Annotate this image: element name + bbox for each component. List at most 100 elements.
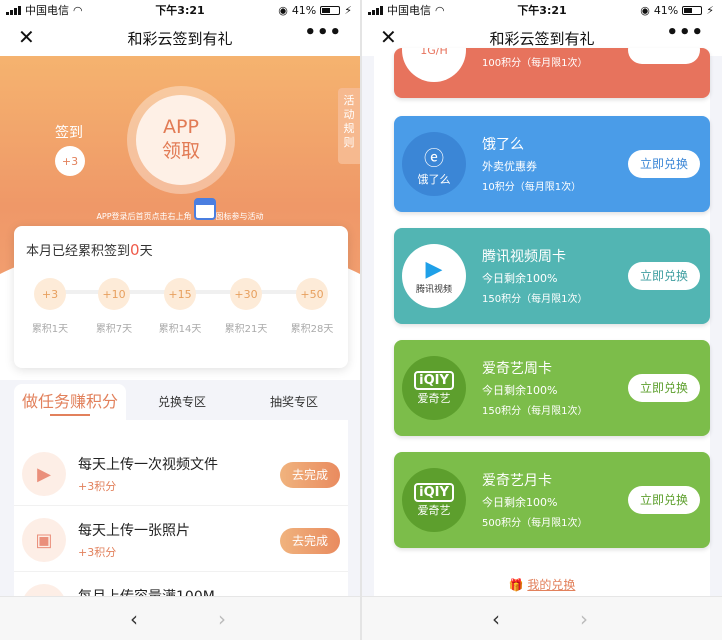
iqiyi-logo: iQIY 爱奇艺 (402, 468, 466, 532)
lock-rotation-icon: ◉ (640, 3, 650, 17)
app-claim-line2: 领取 (161, 140, 200, 162)
task-points: +3积分 (78, 546, 117, 559)
exchange-card: iQIY 爱奇艺 爱奇艺周卡 今日剩余100% 150积分（每月限1次） 立即兑… (394, 340, 710, 436)
rules-tab[interactable]: 活动规则 (338, 88, 360, 164)
milestone-label: 累积21天 (224, 324, 268, 335)
exchange-card: ⓔ 饿了么 饿了么 外卖优惠券 10积分（每月限1次） 立即兑换 (394, 116, 710, 212)
milestone-label: 累积1天 (31, 324, 69, 335)
charging-icon: ⚡ (344, 3, 352, 17)
task-list: ▶ 每天上传一次视频文件 +3积分 去完成 ▣ 每天上传一张照片 +3积分 去完… (14, 420, 348, 638)
milestone-label: 累积14天 (158, 324, 202, 335)
checkin-summary-pre: 本月已经累积签到 (26, 244, 131, 259)
card-points: 150积分（每月限1次） (482, 294, 588, 305)
redeem-button[interactable]: 立即兑换 (628, 262, 700, 290)
data-pack-logo: 1G/H (402, 48, 466, 82)
milestone-badge: +3 (34, 278, 66, 310)
left-screen: 中国电信 ◠ 下午3:21 ◉ 41% ⚡ ✕ 和彩云签到有礼 ••• 签到 +… (0, 0, 360, 640)
gift-icon: 🎁 (508, 578, 524, 592)
browser-toolbar: ‹ › (0, 596, 360, 640)
photo-icon: ▣ (22, 518, 66, 562)
forward-icon[interactable]: › (218, 607, 226, 631)
right-screen: 中国电信 ◠ 下午3:21 ◉ 41% ⚡ ✕ 和彩云签到有礼 ••• 1G/H… (362, 0, 722, 640)
tencent-video-logo: ▶ 腾讯视频 (402, 244, 466, 308)
card-points: 150积分（每月限1次） (482, 406, 588, 417)
tab-lottery[interactable]: 抽奖专区 (270, 384, 318, 420)
battery-percent: 41% (653, 3, 679, 17)
task-go-button[interactable]: 去完成 (280, 462, 340, 488)
more-icon[interactable]: ••• (304, 22, 342, 43)
back-icon[interactable]: ‹ (130, 607, 138, 631)
eleme-icon: ⓔ (424, 145, 444, 170)
battery-percent: 41% (291, 3, 317, 17)
card-title: 饿了么 (482, 137, 524, 153)
checkin-count: 0 (130, 241, 140, 259)
logo-text: 腾讯视频 (415, 285, 452, 295)
logo-text: 爱奇艺 (417, 391, 451, 405)
redeem-button[interactable] (628, 48, 700, 64)
milestone-badge: +10 (98, 278, 130, 310)
video-icon: ▶ (22, 452, 66, 496)
iqiyi-icon: iQIY (414, 370, 454, 390)
milestone-label: 累积28天 (290, 324, 334, 335)
calendar-icon (194, 198, 216, 220)
app-claim-line1: APP (163, 116, 199, 138)
card-subtitle: 今日剩余100% (482, 272, 558, 285)
exchange-panel: 1G/H 100积分（每月限1次） ⓔ 饿了么 饿了么 外卖优惠券 10积分（每… (374, 48, 710, 596)
card-points: 100积分（每月限1次） (482, 58, 588, 69)
battery-icon (320, 5, 341, 15)
milestone-badge: +50 (296, 278, 328, 310)
task-go-button[interactable]: 去完成 (280, 528, 340, 554)
more-icon[interactable]: ••• (666, 22, 704, 43)
nav-bar: ✕ 和彩云签到有礼 ••• (0, 20, 360, 56)
logo-text: 饿了么 (417, 172, 451, 186)
iqiyi-icon: iQIY (414, 482, 454, 502)
lock-rotation-icon: ◉ (278, 3, 288, 17)
list-item: ▶ 每天上传一次视频文件 +3积分 去完成 (14, 440, 348, 506)
card-title: 爱奇艺月卡 (482, 473, 552, 489)
logo-text: 爱奇艺 (417, 503, 451, 517)
my-exchange-link[interactable]: 🎁 我的兑换 (362, 576, 722, 593)
close-icon[interactable]: ✕ (18, 25, 35, 49)
exchange-card: 1G/H 100积分（每月限1次） (394, 48, 710, 98)
charging-icon: ⚡ (706, 3, 714, 17)
milestone-badge: +30 (230, 278, 262, 310)
redeem-button[interactable]: 立即兑换 (628, 374, 700, 402)
task-name: 每天上传一次视频文件 (78, 457, 218, 473)
hint-text: APP登录后首页点击右上角 小图标参与活动 (96, 212, 264, 221)
close-icon[interactable]: ✕ (380, 25, 397, 49)
card-title: 腾讯视频周卡 (482, 249, 566, 265)
redeem-button[interactable]: 立即兑换 (628, 486, 700, 514)
browser-toolbar: ‹ › (362, 596, 722, 640)
task-name: 每天上传一张照片 (78, 523, 190, 539)
card-subtitle: 今日剩余100% (482, 384, 558, 397)
card-subtitle: 今日剩余100% (482, 496, 558, 509)
milestone-label: 累积7天 (95, 324, 133, 335)
list-item: ▣ 每天上传一张照片 +3积分 去完成 (14, 506, 348, 572)
card-points: 10积分（每月限1次） (482, 182, 582, 193)
exchange-card: iQIY 爱奇艺 爱奇艺月卡 今日剩余100% 500积分（每月限1次） 立即兑… (394, 452, 710, 548)
battery-icon (682, 5, 703, 15)
tab-tasks[interactable]: 做任务赚积分 (14, 384, 126, 420)
section-tabs: 做任务赚积分 兑换专区 抽奖专区 (14, 384, 348, 420)
iqiyi-logo: iQIY 爱奇艺 (402, 356, 466, 420)
tab-exchange[interactable]: 兑换专区 (158, 384, 206, 420)
rules-tab-label: 活动规则 (343, 94, 355, 149)
redeem-button[interactable]: 立即兑换 (628, 150, 700, 178)
page-title: 和彩云签到有礼 (127, 29, 233, 48)
back-icon[interactable]: ‹ (492, 607, 500, 631)
page-title: 和彩云签到有礼 (489, 29, 595, 48)
milestone-badge: +15 (164, 278, 196, 310)
app-claim-button[interactable]: APP 领取 (136, 95, 226, 185)
status-bar: 中国电信 ◠ 下午3:21 ◉ 41% ⚡ (0, 0, 360, 20)
forward-icon[interactable]: › (580, 607, 588, 631)
checkin-summary: 本月已经累积签到0天 (26, 240, 153, 259)
eleme-logo: ⓔ 饿了么 (402, 132, 466, 196)
checkin-summary-post: 天 (139, 244, 153, 259)
sign-label: 签到 (55, 125, 83, 141)
card-points: 500积分（每月限1次） (482, 518, 588, 529)
task-points: +3积分 (78, 480, 117, 493)
status-bar: 中国电信 ◠ 下午3:21 ◉ 41% ⚡ (362, 0, 722, 20)
card-subtitle: 外卖优惠券 (482, 160, 537, 173)
monthly-checkin-card: 本月已经累积签到0天 +3 +10 +15 +30 +50 累积1天 累积7天 … (14, 226, 348, 368)
sign-points-badge: +3 (55, 146, 85, 176)
